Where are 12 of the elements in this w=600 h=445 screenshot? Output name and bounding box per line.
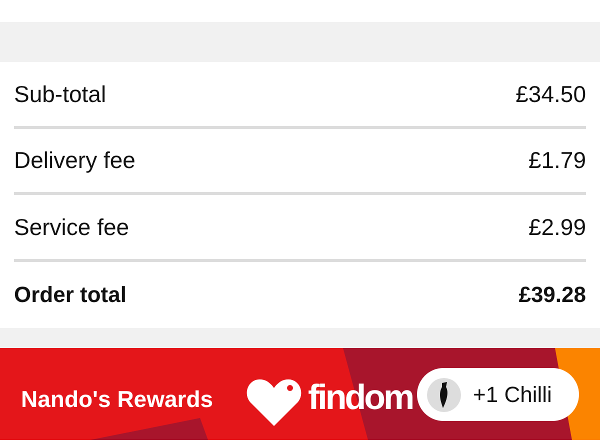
summary-amount: £34.50 <box>516 80 586 108</box>
toast-text: +1 Chilli <box>473 381 552 409</box>
summary-label: Service fee <box>14 212 130 242</box>
chilli-icon <box>427 378 461 412</box>
summary-label: Delivery fee <box>14 146 136 175</box>
summary-amount: £1.79 <box>528 146 586 175</box>
total-label: Order total <box>14 281 126 310</box>
summary-amount: £2.99 <box>528 212 586 242</box>
brand-logo-text: findom <box>308 377 413 419</box>
summary-label: Sub-total <box>14 80 106 108</box>
rewards-title: Nando's Rewards <box>21 385 214 414</box>
total-amount: £39.28 <box>518 281 586 310</box>
